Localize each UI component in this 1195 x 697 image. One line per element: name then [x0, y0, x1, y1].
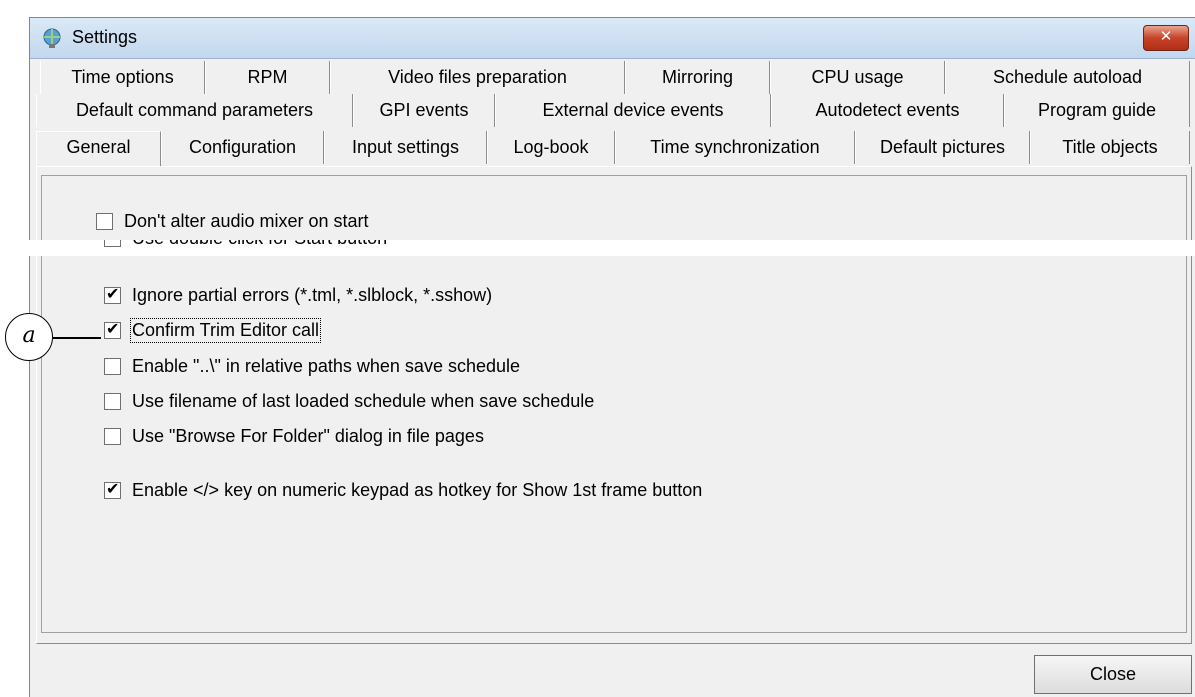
checkbox: [104, 240, 121, 247]
window-title: Settings: [72, 27, 138, 47]
tab-gpi-events[interactable]: GPI events: [353, 94, 495, 127]
tab-schedule-autoload[interactable]: Schedule autoload: [945, 61, 1190, 94]
checkbox[interactable]: [104, 479, 121, 499]
option-use-double-click: Use double click for Start button: [104, 240, 424, 256]
tab-row-1: Time options RPM Video files preparation…: [30, 61, 1195, 94]
tab-configuration[interactable]: Configuration: [161, 131, 324, 164]
tab-time-synchronization[interactable]: Time synchronization: [615, 131, 855, 164]
tab-mirroring[interactable]: Mirroring: [625, 61, 770, 94]
option-label: Confirm Trim Editor call: [129, 318, 322, 343]
title-bar[interactable]: Settings ✕: [30, 18, 1195, 59]
callout-label: a: [22, 323, 36, 348]
close-icon: ✕: [1159, 27, 1173, 45]
tab-title-objects[interactable]: Title objects: [1030, 131, 1190, 164]
option-label: Use double click for Start button: [132, 240, 387, 249]
checkbox[interactable]: [104, 319, 121, 339]
tab-log-book[interactable]: Log-book: [487, 131, 615, 164]
checkbox[interactable]: [104, 393, 121, 410]
tab-row-2: Default command parameters GPI events Ex…: [30, 94, 1195, 127]
checkbox[interactable]: [104, 358, 121, 375]
screenshot-cut: Use double click for Start button: [0, 240, 1195, 256]
tab-default-command-parameters[interactable]: Default command parameters: [36, 94, 353, 127]
checkbox[interactable]: [104, 284, 121, 304]
checkbox[interactable]: [104, 428, 121, 445]
option-label: Ignore partial errors (*.tml, *.slblock,…: [132, 285, 493, 305]
tab-time-options[interactable]: Time options: [40, 61, 205, 94]
tab-autodetect-events[interactable]: Autodetect events: [771, 94, 1004, 127]
tab-program-guide[interactable]: Program guide: [1004, 94, 1190, 127]
option-label: Enable "..\" in relative paths when save…: [132, 356, 521, 376]
checkbox[interactable]: [96, 213, 113, 230]
option-label: Enable </> key on numeric keypad as hotk…: [132, 480, 703, 500]
option-label: Use filename of last loaded schedule whe…: [132, 391, 595, 411]
close-button[interactable]: Close: [1034, 655, 1192, 694]
callout-leader-line: [53, 337, 101, 339]
tab-video-files-preparation[interactable]: Video files preparation: [330, 61, 625, 94]
tab-rpm[interactable]: RPM: [205, 61, 330, 94]
tab-cpu-usage[interactable]: CPU usage: [770, 61, 945, 94]
option-label: Use "Browse For Folder" dialog in file p…: [132, 426, 484, 446]
globe-gear-icon: [43, 28, 61, 48]
tab-row-3: General Configuration Input settings Log…: [30, 131, 1195, 167]
callout-marker: a: [5, 313, 53, 361]
option-label: Don't alter audio mixer on start: [124, 211, 369, 231]
tab-general[interactable]: General: [36, 131, 161, 167]
tab-input-settings[interactable]: Input settings: [324, 131, 487, 164]
window-close-button[interactable]: ✕: [1143, 25, 1189, 51]
tab-default-pictures[interactable]: Default pictures: [855, 131, 1030, 164]
tab-external-device-events[interactable]: External device events: [495, 94, 771, 127]
